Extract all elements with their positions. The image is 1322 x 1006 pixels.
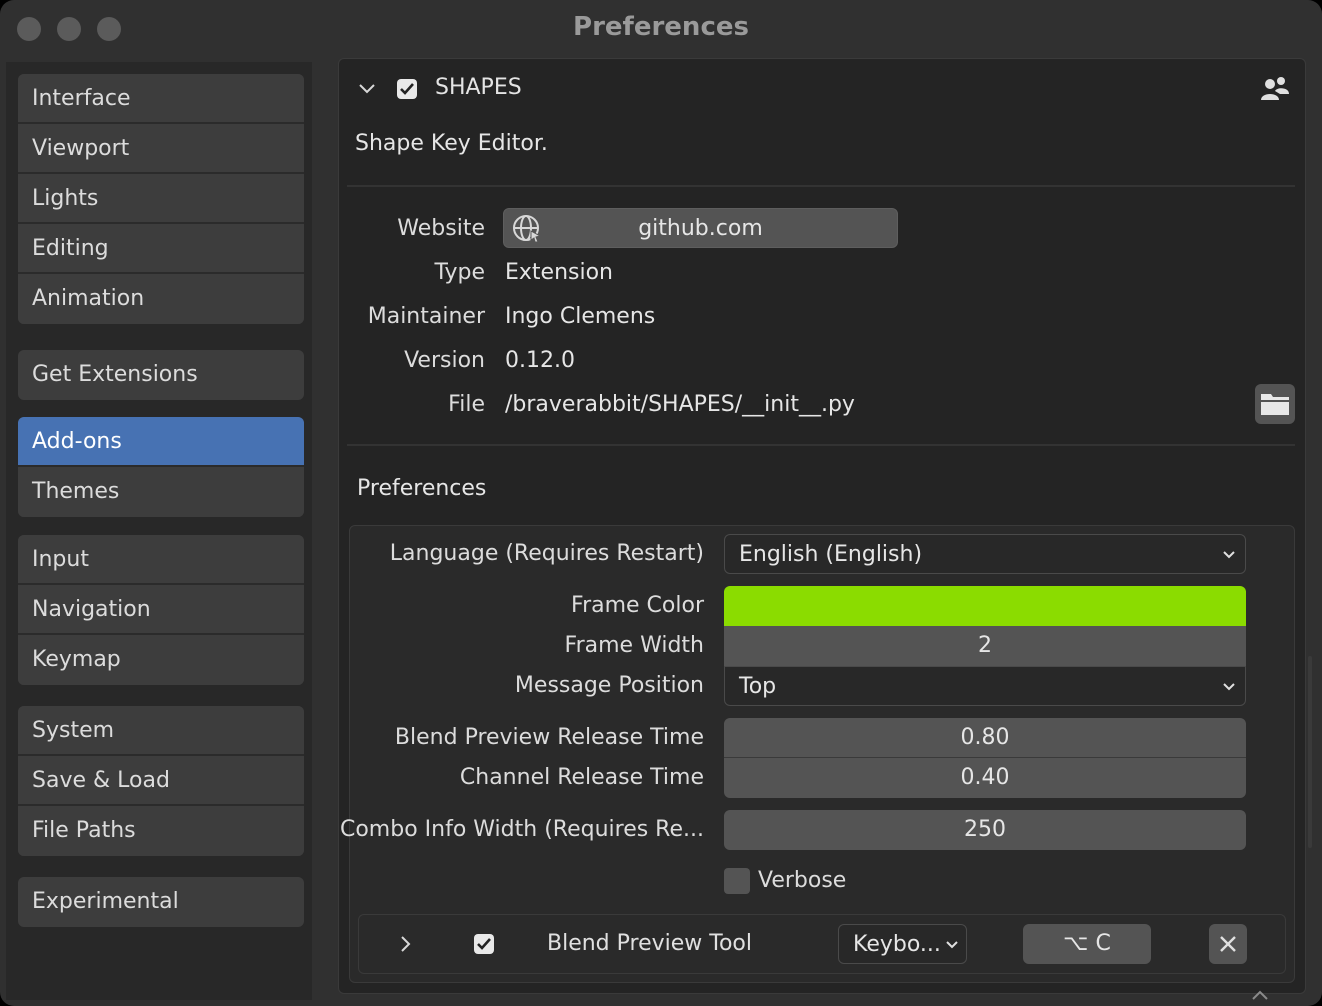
frame-width-field[interactable]: 2 bbox=[724, 626, 1246, 666]
chevron-down-icon bbox=[946, 941, 958, 949]
version-label: Version bbox=[404, 348, 485, 373]
frame-color-label: Frame Color bbox=[571, 593, 704, 618]
open-folder-button[interactable] bbox=[1255, 384, 1295, 424]
sidebar-item-animation[interactable]: Animation bbox=[18, 274, 304, 324]
maintainer-value: Ingo Clemens bbox=[505, 304, 656, 329]
blend-preview-label: Blend Preview Release Time bbox=[394, 725, 704, 750]
scrollbar[interactable] bbox=[1308, 656, 1312, 848]
users-icon bbox=[1261, 77, 1289, 100]
combo-info-field[interactable]: 250 bbox=[724, 810, 1246, 850]
language-value: English (English) bbox=[739, 542, 923, 567]
sidebar-item-save-load[interactable]: Save & Load bbox=[18, 756, 304, 806]
keymap-type-value: Keybo... bbox=[853, 932, 941, 957]
nav-group-extensions: Get Extensions bbox=[18, 350, 304, 400]
frame-width-label: Frame Width bbox=[564, 633, 704, 658]
keymap-item-label: Blend Preview Tool bbox=[547, 931, 753, 956]
combo-info-label: Combo Info Width (Requires Re... bbox=[339, 817, 704, 842]
language-label: Language (Requires Restart) bbox=[389, 541, 704, 566]
sidebar-item-get-extensions[interactable]: Get Extensions bbox=[18, 350, 304, 400]
divider bbox=[347, 185, 1295, 187]
maintainer-label: Maintainer bbox=[367, 304, 485, 329]
file-label: File bbox=[448, 392, 485, 417]
channel-release-field[interactable]: 0.40 bbox=[724, 758, 1246, 798]
preferences-heading: Preferences bbox=[357, 476, 487, 501]
type-label: Type bbox=[434, 260, 485, 285]
addon-panel: SHAPES Shape Key Editor. Website github.… bbox=[338, 58, 1306, 994]
chevron-down-icon[interactable] bbox=[357, 79, 377, 99]
sidebar-item-system[interactable]: System bbox=[18, 706, 304, 756]
keymap-item-enabled-checkbox[interactable] bbox=[474, 934, 494, 954]
chevron-up-icon[interactable] bbox=[1250, 988, 1270, 1002]
nav-group-system: System Save & Load File Paths bbox=[18, 706, 304, 856]
chevron-down-icon bbox=[1223, 683, 1235, 691]
verbose-checkbox[interactable] bbox=[724, 868, 750, 894]
keymap-shortcut-button[interactable]: ⌥ C bbox=[1023, 924, 1151, 964]
close-icon bbox=[1220, 936, 1236, 952]
checkmark-icon bbox=[400, 83, 414, 95]
sidebar-item-file-paths[interactable]: File Paths bbox=[18, 806, 304, 856]
keymap-type-dropdown[interactable]: Keybo... bbox=[838, 924, 967, 964]
addon-enabled-checkbox[interactable] bbox=[397, 79, 417, 99]
chevron-right-icon[interactable] bbox=[395, 934, 415, 954]
website-label: Website bbox=[397, 216, 485, 241]
addon-description: Shape Key Editor. bbox=[355, 131, 548, 156]
preferences-window: Preferences Interface Viewport Lights Ed… bbox=[0, 0, 1322, 1006]
channel-release-label: Channel Release Time bbox=[459, 765, 704, 790]
window-title: Preferences bbox=[573, 12, 749, 42]
nav-group-addons: Add-ons Themes bbox=[18, 417, 304, 517]
sidebar-item-input[interactable]: Input bbox=[18, 535, 304, 585]
preferences-box: Language (Requires Restart) English (Eng… bbox=[340, 525, 1295, 983]
language-dropdown[interactable]: English (English) bbox=[724, 534, 1246, 574]
sidebar-item-addons[interactable]: Add-ons bbox=[18, 417, 304, 467]
frame-color-swatch[interactable] bbox=[724, 586, 1246, 626]
nav-group-experimental: Experimental bbox=[18, 877, 304, 927]
sidebar-item-keymap[interactable]: Keymap bbox=[18, 635, 304, 685]
version-value: 0.12.0 bbox=[505, 348, 575, 373]
sidebar-item-experimental[interactable]: Experimental bbox=[18, 877, 304, 927]
website-button[interactable]: github.com bbox=[503, 208, 898, 248]
blend-preview-field[interactable]: 0.80 bbox=[724, 718, 1246, 758]
message-position-value: Top bbox=[739, 674, 777, 699]
verbose-label: Verbose bbox=[758, 868, 847, 893]
sidebar: Interface Viewport Lights Editing Animat… bbox=[6, 62, 312, 1000]
checkmark-icon bbox=[477, 938, 491, 950]
folder-icon bbox=[1261, 394, 1289, 415]
file-value: /braverabbit/SHAPES/__init__.py bbox=[505, 392, 855, 417]
nav-group-input: Input Navigation Keymap bbox=[18, 535, 304, 685]
chevron-down-icon bbox=[1223, 551, 1235, 559]
sidebar-item-navigation[interactable]: Navigation bbox=[18, 585, 304, 635]
message-position-label: Message Position bbox=[514, 673, 704, 698]
divider bbox=[347, 444, 1295, 446]
keymap-item-row: Blend Preview Tool Keybo... ⌥ C bbox=[358, 914, 1286, 974]
website-link: github.com bbox=[638, 216, 763, 241]
sidebar-item-themes[interactable]: Themes bbox=[18, 467, 304, 517]
sidebar-item-lights[interactable]: Lights bbox=[18, 174, 304, 224]
nav-group-display: Interface Viewport Lights Editing Animat… bbox=[18, 74, 304, 324]
sidebar-item-editing[interactable]: Editing bbox=[18, 224, 304, 274]
remove-keymap-button[interactable] bbox=[1209, 924, 1247, 964]
addon-name: SHAPES bbox=[435, 75, 522, 100]
message-position-dropdown[interactable]: Top bbox=[724, 666, 1246, 706]
sidebar-item-interface[interactable]: Interface bbox=[18, 74, 304, 124]
titlebar: Preferences bbox=[0, 0, 1322, 56]
sidebar-item-viewport[interactable]: Viewport bbox=[18, 124, 304, 174]
type-value: Extension bbox=[505, 260, 614, 285]
